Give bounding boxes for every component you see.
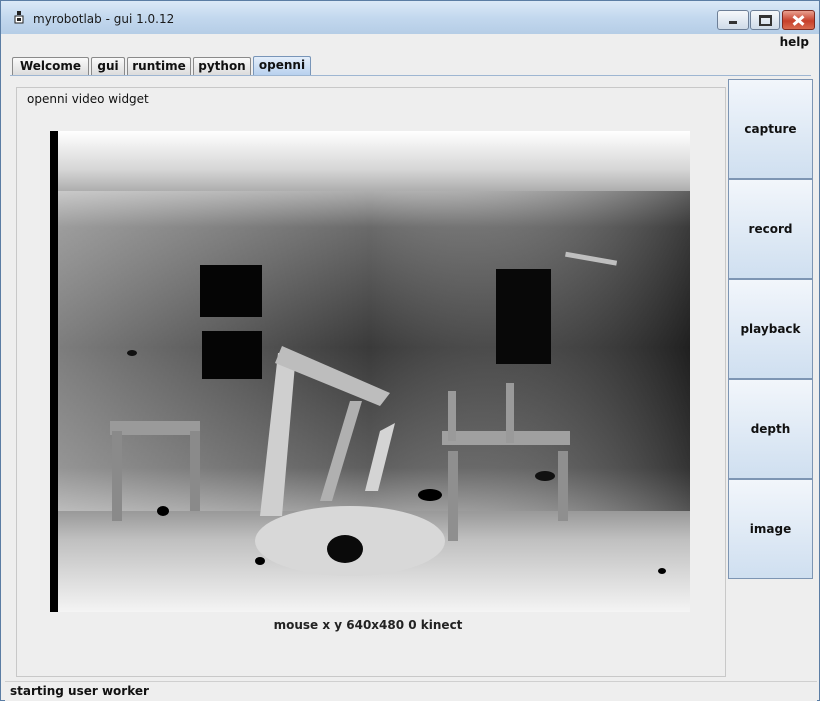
tab-gui[interactable]: gui <box>91 57 125 75</box>
tab-runtime[interactable]: runtime <box>127 57 191 75</box>
close-icon <box>783 11 814 29</box>
depth-button[interactable]: depth <box>728 379 813 479</box>
status-text: starting user worker <box>10 684 149 698</box>
video-widget-label: openni video widget <box>24 92 152 106</box>
tab-openni[interactable]: openni <box>253 56 311 75</box>
video-info-text: mouse x y 640x480 0 kinect <box>273 618 463 632</box>
menu-bar: help <box>10 34 811 54</box>
maximize-button[interactable] <box>750 10 780 30</box>
record-button[interactable]: record <box>728 179 813 279</box>
depth-video-frame[interactable] <box>50 131 690 612</box>
minimize-icon <box>718 11 748 29</box>
help-menu[interactable]: help <box>780 35 809 49</box>
playback-button[interactable]: playback <box>728 279 813 379</box>
depth-image <box>50 131 690 612</box>
status-bar: starting user worker <box>5 681 817 701</box>
window-title: myrobotlab - gui 1.0.12 <box>33 12 175 26</box>
tab-python[interactable]: python <box>193 57 251 75</box>
capture-button[interactable]: capture <box>728 79 813 179</box>
title-bar[interactable]: myrobotlab - gui 1.0.12 <box>1 1 819 34</box>
tab-welcome[interactable]: Welcome <box>12 57 89 75</box>
app-window: myrobotlab - gui 1.0.12 help Welcome gui… <box>0 0 820 701</box>
close-button[interactable] <box>782 10 815 30</box>
maximize-icon <box>751 11 779 29</box>
image-button[interactable]: image <box>728 479 813 579</box>
minimize-button[interactable] <box>717 10 749 30</box>
robot-icon <box>14 11 24 24</box>
